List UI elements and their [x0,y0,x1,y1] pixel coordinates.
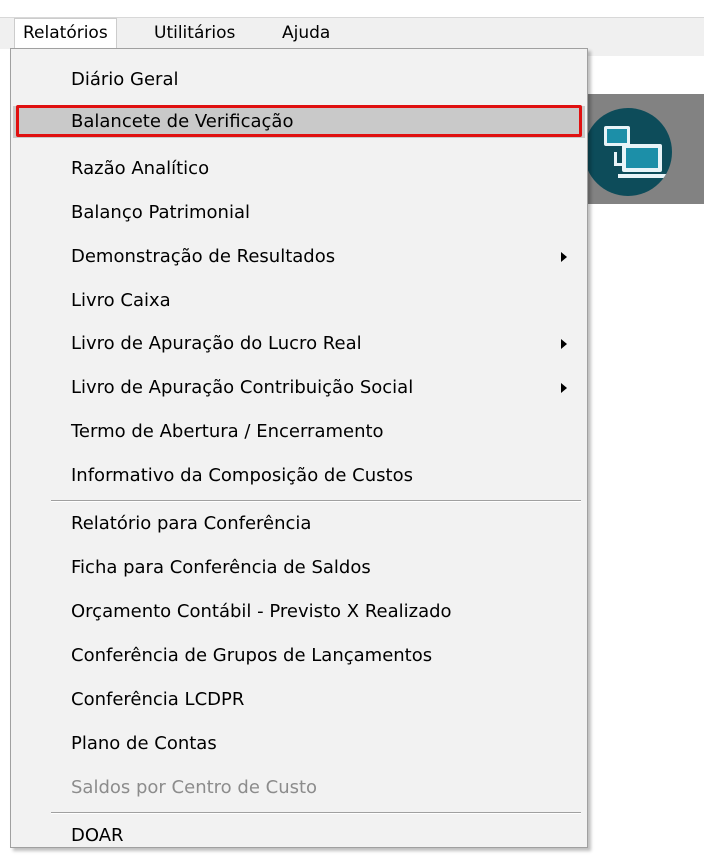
menu-item-conferencia-lcdpr[interactable]: Conferência LCDPR [13,678,585,722]
menu-item-orcamento-contabil[interactable]: Orçamento Contábil - Previsto X Realizad… [13,590,585,634]
monitor-network-icon[interactable] [584,108,672,196]
menu-item-doar[interactable]: DOAR [13,814,585,858]
window-top-strip [0,0,704,17]
menu-item-saldos-centro-custo: Saldos por Centro de Custo [13,766,585,810]
menu-item-relatorio-para-conferencia[interactable]: Relatório para Conferência [13,502,585,546]
menu-item-livro-lucro-real[interactable]: Livro de Apuração do Lucro Real [13,322,585,366]
menu-item-label: Ficha para Conferência de Saldos [71,557,371,578]
menu-item-label: Informativo da Composição de Custos [71,465,413,486]
menu-item-label: Plano de Contas [71,733,217,754]
highlight-box [16,105,582,137]
chevron-right-icon [561,339,567,349]
menu-item-label: Conferência LCDPR [71,689,245,710]
menu-relatorios[interactable]: Relatórios [14,18,117,49]
menu-item-conferencia-grupos-lancamentos[interactable]: Conferência de Grupos de Lançamentos [13,634,585,678]
menu-item-label: Demonstração de Resultados [71,246,336,267]
menu-item-label: Conferência de Grupos de Lançamentos [71,645,433,666]
menu-item-label: Orçamento Contábil - Previsto X Realizad… [71,601,452,622]
menu-ajuda[interactable]: Ajuda [274,18,338,49]
menu-item-label: Saldos por Centro de Custo [71,777,318,798]
menu-item-informativo-composicao-custos[interactable]: Informativo da Composição de Custos [13,454,585,498]
chevron-right-icon [561,383,567,393]
menu-item-plano-de-contas[interactable]: Plano de Contas [13,722,585,766]
chevron-right-icon [561,252,567,262]
menu-item-diario-geral[interactable]: Diário Geral [13,58,585,102]
content-area [580,204,704,838]
menu-item-label: Livro de Apuração Contribuição Social [71,377,414,398]
menu-item-label: Relatório para Conferência [71,513,312,534]
toolbar-strip [580,56,704,94]
menu-bar: Relatórios Utilitários Ajuda [0,17,704,49]
relatorios-dropdown-menu: Diário Geral Balancete de Verificação Ra… [10,48,588,848]
menu-item-balanco-patrimonial[interactable]: Balanço Patrimonial [13,191,585,235]
menu-item-livro-contribuicao-social[interactable]: Livro de Apuração Contribuição Social [13,366,585,410]
menu-item-termo-de-abertura[interactable]: Termo de Abertura / Encerramento [13,410,585,454]
menu-item-razao-analitico[interactable]: Razão Analítico [13,147,585,191]
menu-item-label: Termo de Abertura / Encerramento [71,421,384,442]
menu-item-label: Livro de Apuração do Lucro Real [71,333,362,354]
menu-item-label: DOAR [71,825,124,846]
menu-item-label: Livro Caixa [71,290,171,311]
menu-item-ficha-conferencia-saldos[interactable]: Ficha para Conferência de Saldos [13,546,585,590]
menu-utilitarios[interactable]: Utilitários [146,18,243,49]
menu-item-livro-caixa[interactable]: Livro Caixa [13,279,585,323]
menu-item-label: Diário Geral [71,69,179,90]
menu-item-label: Balanço Patrimonial [71,202,250,223]
menu-item-label: Razão Analítico [71,158,210,179]
menu-item-demonstracao-de-resultados[interactable]: Demonstração de Resultados [13,235,585,279]
